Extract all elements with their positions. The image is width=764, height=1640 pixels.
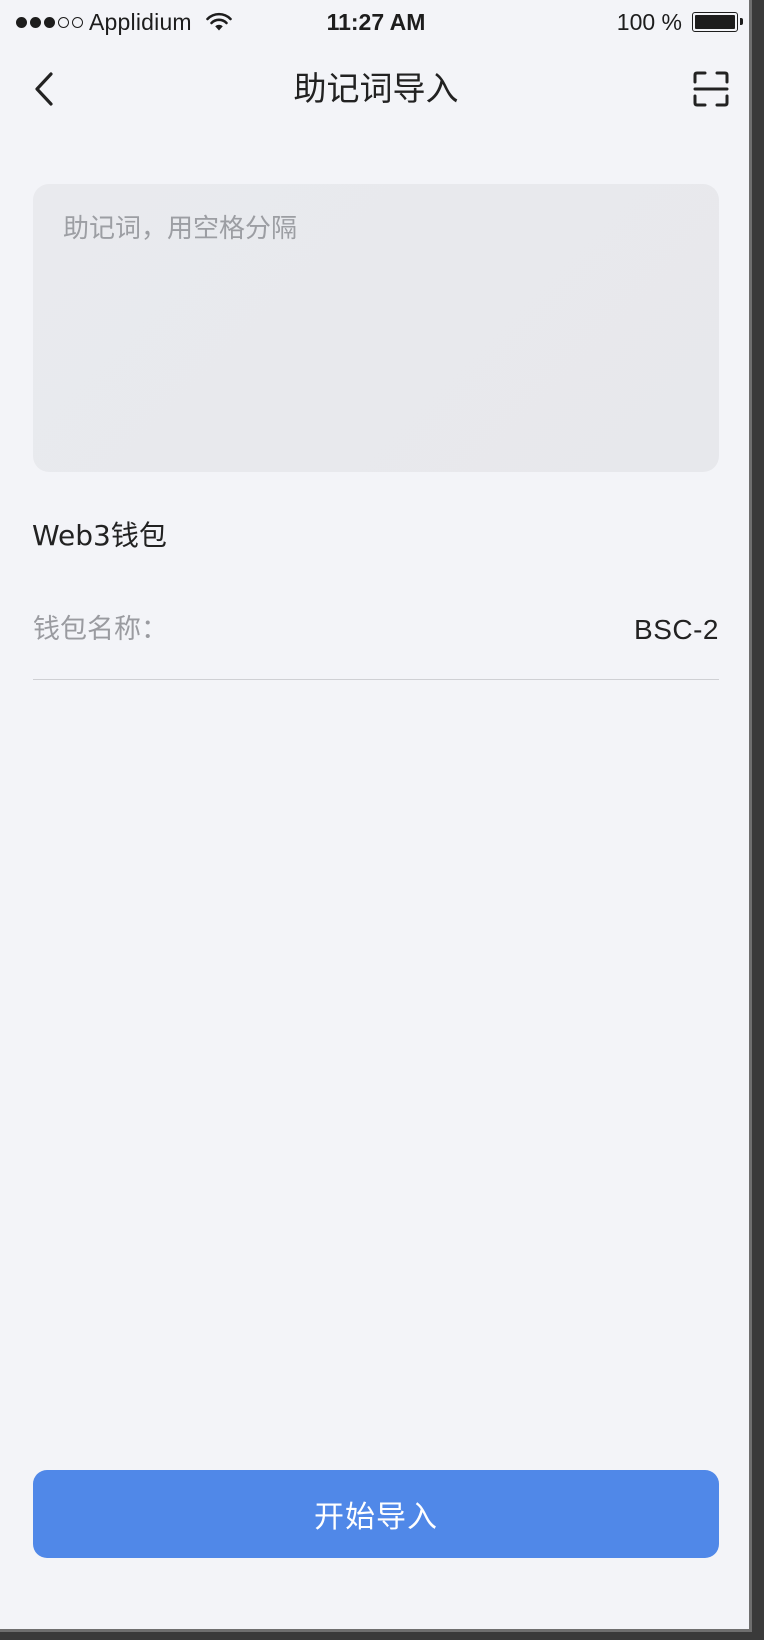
section-title: Web3钱包 xyxy=(32,519,167,552)
mnemonic-input[interactable] xyxy=(33,184,719,472)
scan-button[interactable] xyxy=(688,66,734,112)
battery-icon xyxy=(692,12,743,32)
wallet-name-value[interactable]: BSC-2 xyxy=(634,606,719,654)
status-bar-right: 100 % xyxy=(616,8,743,36)
page-title: 助记词导入 xyxy=(293,69,459,108)
scan-icon xyxy=(693,71,729,107)
wallet-name-label: 钱包名称： xyxy=(33,614,168,645)
start-import-button[interactable]: 开始导入 xyxy=(33,1470,719,1558)
navigation-bar: 助记词导入 xyxy=(0,44,749,136)
wallet-name-row[interactable]: 钱包名称： BSC-2 xyxy=(33,606,719,680)
app-screen: Applidium 11:27 AM 100 % 助记词导入 助记词，用空格分隔… xyxy=(0,0,752,1632)
battery-percent: 100 % xyxy=(616,8,682,35)
status-bar: Applidium 11:27 AM 100 % xyxy=(0,0,749,44)
